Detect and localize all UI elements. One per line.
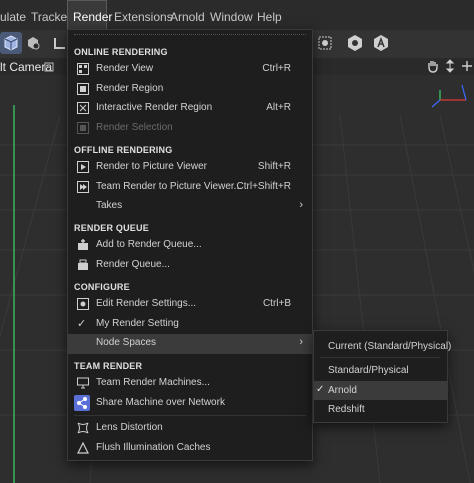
render-menu-dropdown: ONLINE RENDERING Render View Ctrl+R Rend…	[67, 29, 313, 461]
menu-item-share-machine[interactable]: Share Machine over Network	[68, 394, 312, 414]
interactive-render-region-icon	[77, 102, 89, 115]
interactive-render-region-shortcut: Alt+R	[266, 102, 291, 114]
submenu-separator	[320, 357, 440, 358]
submenu-item-current[interactable]: Current (Standard/Physical)	[314, 337, 451, 356]
camera-toggle-icon[interactable]	[44, 61, 54, 75]
arnold-label: Arnold	[328, 385, 357, 396]
menu-item-lens-distortion[interactable]: Lens Distortion	[68, 419, 312, 439]
menu-item-render-to-picture-viewer[interactable]: Render to Picture Viewer Shift+R	[68, 158, 312, 178]
menubar: ulate Tracker Render Extensions Arnold W…	[0, 0, 474, 30]
node-spaces-label: Node Spaces	[96, 337, 157, 349]
chevron-right-icon: ›	[299, 336, 303, 349]
arnold-shader-icon[interactable]	[344, 32, 366, 54]
flush-illumination-label: Flush Illumination Caches	[96, 441, 211, 453]
menu-item-render-selection: Render Selection	[68, 119, 312, 139]
menu-simulate[interactable]: ulate	[0, 0, 26, 30]
menu-extensions[interactable]: Extensions	[114, 0, 173, 30]
submenu-item-arnold[interactable]: ✓ Arnold	[314, 381, 447, 400]
flush-icon	[77, 441, 89, 454]
separator	[74, 415, 306, 416]
current-label: Current (Standard/Physical)	[328, 341, 452, 352]
pan-hand-icon[interactable]	[426, 59, 440, 76]
standard-physical-label: Standard/Physical	[328, 365, 409, 376]
team-render-machines-label: Team Render Machines...	[96, 377, 210, 388]
node-spaces-submenu: Current (Standard/Physical) Standard/Phy…	[313, 330, 451, 423]
render-view-shortcut: Ctrl+R	[262, 63, 291, 74]
menu-item-render-view[interactable]: Render View Ctrl+R	[68, 60, 312, 80]
edit-render-settings-label: Edit Render Settings...	[96, 298, 197, 309]
menu-tracker[interactable]: Tracker	[31, 0, 71, 30]
chevron-right-icon: ›	[299, 199, 303, 212]
menu-arnold[interactable]: Arnold	[170, 0, 205, 30]
render-view-label: Render View	[96, 63, 154, 74]
my-render-setting-label: My Render Setting	[96, 317, 179, 329]
render-queue-icon	[77, 259, 89, 271]
team-render-to-picture-viewer-shortcut: Ctrl+Shift+R	[236, 180, 291, 192]
cube-icon[interactable]	[0, 32, 22, 54]
lens-distortion-icon	[77, 422, 89, 434]
team-render-to-picture-viewer-label: Team Render to Picture Viewer...	[96, 180, 242, 192]
menu-item-team-render-to-picture-viewer[interactable]: Team Render to Picture Viewer... Ctrl+Sh…	[68, 178, 312, 198]
zoom-arrows-icon[interactable]	[444, 59, 456, 76]
menu-item-team-render-machines[interactable]: Team Render Machines...	[68, 374, 312, 394]
checkmark-icon: ✓	[77, 317, 87, 330]
render-to-picture-viewer-label: Render to Picture Viewer	[96, 161, 207, 172]
menu-item-add-to-render-queue[interactable]: Add to Render Queue...	[68, 236, 312, 256]
menu-item-render-queue[interactable]: Render Queue...	[68, 256, 312, 276]
object-mode-icon[interactable]	[22, 32, 44, 54]
menu-render[interactable]: Render	[67, 0, 112, 30]
section-render-queue: RENDER QUEUE	[74, 223, 149, 233]
share-machine-label: Share Machine over Network	[96, 396, 225, 408]
menu-item-node-spaces[interactable]: Node Spaces ›	[68, 334, 312, 354]
menu-help[interactable]: Help	[257, 0, 282, 30]
menu-item-takes[interactable]: Takes ›	[68, 197, 312, 217]
render-selection-icon	[77, 121, 89, 134]
interactive-render-region-label: Interactive Render Region	[96, 102, 213, 114]
submenu-item-standard-physical[interactable]: Standard/Physical	[314, 361, 447, 380]
menu-item-flush-illumination[interactable]: Flush Illumination Caches	[68, 439, 312, 459]
takes-label: Takes	[96, 200, 123, 212]
render-queue-label: Render Queue...	[96, 258, 170, 270]
render-to-picture-viewer-shortcut: Shift+R	[257, 161, 291, 172]
submenu-item-redshift[interactable]: Redshift	[314, 400, 447, 419]
menu-window[interactable]: Window	[210, 0, 253, 30]
menu-item-interactive-render-region[interactable]: Interactive Render Region Alt+R	[68, 99, 312, 119]
monitor-icon	[77, 377, 89, 389]
render-selection-label: Render Selection	[96, 121, 173, 133]
redshift-label: Redshift	[328, 404, 365, 415]
section-configure: CONFIGURE	[74, 282, 130, 292]
render-settings-icon	[77, 298, 89, 310]
menu-item-render-region[interactable]: Render Region	[68, 80, 312, 100]
section-offline-rendering: OFFLINE RENDERING	[74, 145, 173, 155]
section-online-rendering: ONLINE RENDERING	[74, 47, 168, 57]
render-settings-gear-icon[interactable]	[314, 32, 336, 54]
arnold-render-icon[interactable]	[370, 32, 392, 54]
lens-distortion-label: Lens Distortion	[96, 422, 163, 433]
section-team-render: TEAM RENDER	[74, 361, 143, 371]
rotate-icon[interactable]	[460, 59, 474, 76]
menu-item-edit-render-settings[interactable]: Edit Render Settings... Ctrl+B	[68, 295, 312, 315]
team-picture-viewer-icon	[77, 180, 89, 193]
tear-off-handle[interactable]	[74, 34, 306, 35]
edit-render-settings-shortcut: Ctrl+B	[262, 298, 291, 309]
share-icon	[74, 394, 90, 411]
menu-item-my-render-setting[interactable]: ✓ My Render Setting	[68, 315, 312, 335]
render-region-label: Render Region	[96, 82, 164, 94]
add-to-render-queue-label: Add to Render Queue...	[96, 239, 202, 250]
checkmark-icon: ✓	[316, 384, 325, 395]
render-view-icon	[77, 63, 89, 75]
picture-viewer-icon	[77, 161, 89, 173]
add-queue-icon	[77, 239, 89, 251]
render-region-icon	[77, 82, 89, 95]
